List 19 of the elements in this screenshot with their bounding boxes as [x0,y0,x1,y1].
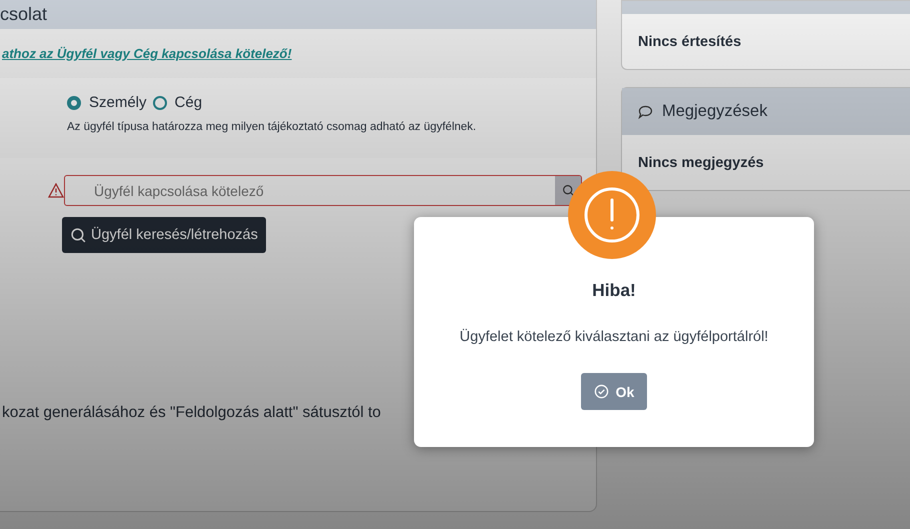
exclamation-icon [582,185,642,245]
client-search-create-button[interactable]: Ügyfél keresés/létrehozás [62,217,266,253]
client-type-hint: Az ügyfél típusa határozza meg milyen tájékoztató csomag adható az ügyfélnek. [67,121,478,133]
search-icon [562,184,574,197]
radio-option[interactable]: Személy [67,94,147,111]
radio-option[interactable]: Cég [152,94,202,111]
check-circle-icon [594,384,609,399]
panel-title: csolat [0,4,48,25]
dialog-title: Hiba! [592,280,636,301]
dialog-message: Ügyfelet kötelező kiválasztani az ügyfélportálról! [460,329,768,345]
warning-icon [48,183,64,198]
empty-notifications-text: Nincs értesítés [638,34,742,50]
speech-bubble-icon [638,104,653,118]
comments-title: Megjegyzések [662,102,768,121]
search-icon [70,226,87,244]
ok-button[interactable]: Ok [581,373,647,410]
status-note: kozat generálásához és "Feldolgozás alatt" sátusztól to [2,404,382,422]
required-notice-link[interactable]: athoz az Ügyfél vagy Cég kapcsolása kötelező! [2,46,292,61]
empty-comments-text: Nincs megjegyzés [638,154,764,170]
